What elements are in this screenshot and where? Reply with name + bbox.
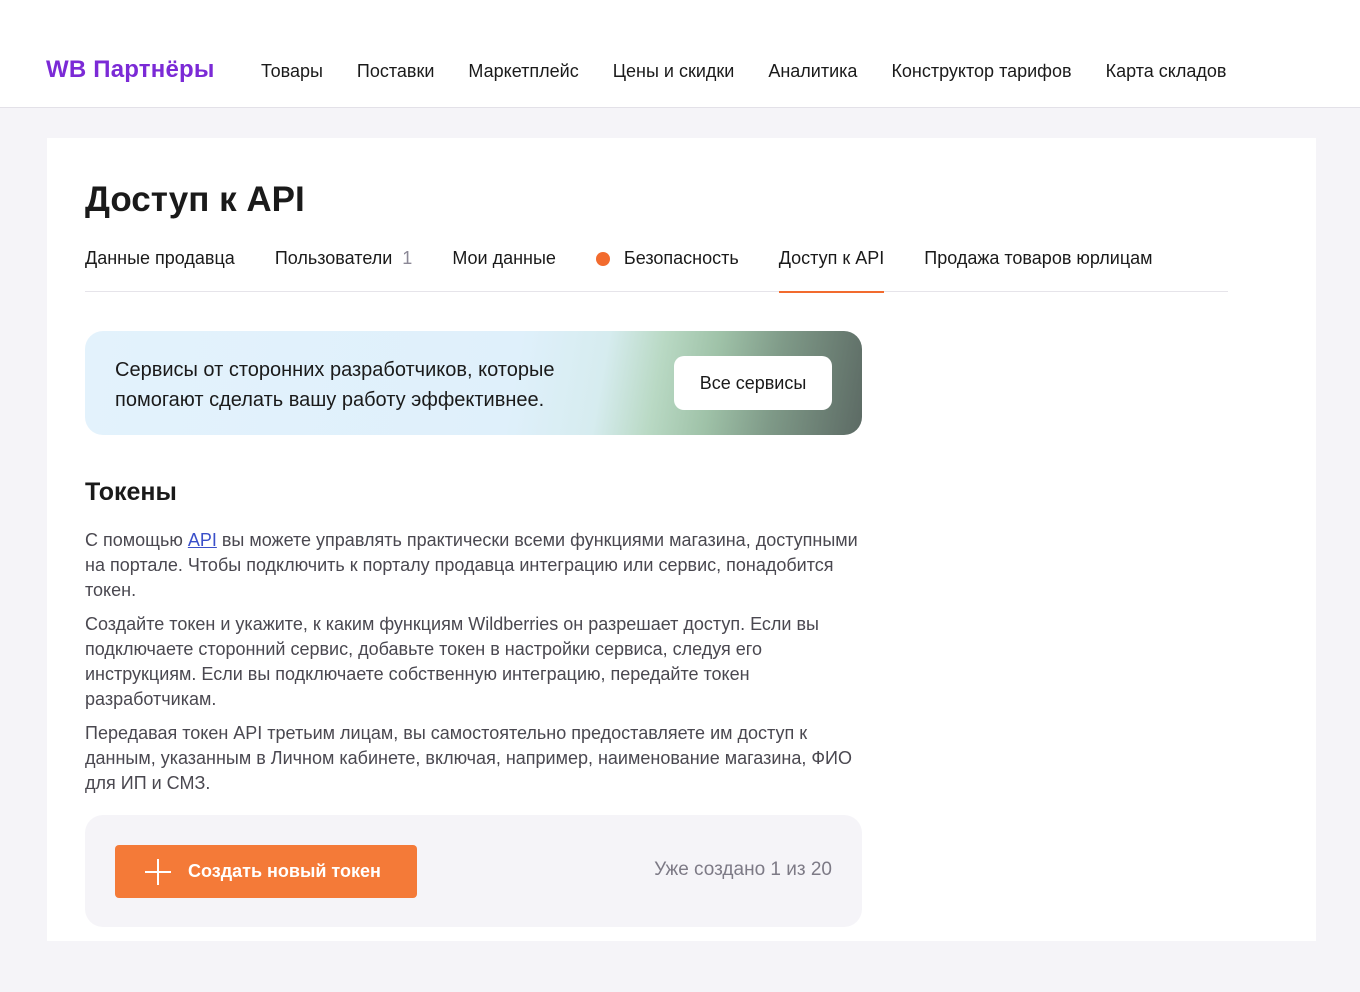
tab-label: Доступ к API — [778, 248, 885, 268]
nav-item-marketplace[interactable]: Маркетплейс — [468, 61, 578, 82]
description-paragraph: Передавая токен API третьим лицам, вы са… — [85, 723, 852, 793]
top-bar: WB Партнёры Товары Поставки Маркетплейс … — [0, 0, 1360, 108]
content-card: Доступ к API Данные продавца Пользовател… — [47, 138, 1316, 941]
nav-item-goods[interactable]: Товары — [261, 61, 323, 82]
tab-seller-data[interactable]: Данные продавца — [85, 248, 235, 292]
description-paragraph: С помощью API вы можете управлять практи… — [85, 528, 865, 603]
tab-users[interactable]: Пользователи 1 — [275, 248, 413, 292]
nav-item-warehouse-map[interactable]: Карта складов — [1106, 61, 1227, 82]
users-count-badge: 1 — [402, 248, 413, 268]
tab-label: Безопасность — [623, 248, 739, 268]
tab-label: Данные продавца — [85, 248, 235, 268]
page-title: Доступ к API — [85, 180, 305, 219]
services-banner: Сервисы от сторонних разработчиков, кото… — [85, 331, 862, 435]
plus-icon — [145, 858, 171, 885]
nav-item-analytics[interactable]: Аналитика — [768, 61, 857, 82]
main-nav: Товары Поставки Маркетплейс Цены и скидк… — [261, 61, 1226, 82]
tab-b2b-sales[interactable]: Продажа товаров юрлицам — [924, 248, 1152, 292]
settings-tabs: Данные продавца Пользователи 1 Мои данны… — [85, 248, 1228, 293]
tab-my-data[interactable]: Мои данные — [452, 248, 556, 292]
tokens-description: С помощью API вы можете управлять практи… — [85, 528, 865, 805]
create-token-button[interactable]: Создать новый токен — [115, 845, 417, 898]
token-actions-panel: Создать новый токен Уже создано 1 из 20 — [85, 815, 862, 927]
description-paragraph: Создайте токен и укажите, к каким функци… — [85, 614, 819, 709]
create-token-label: Создать новый токен — [188, 861, 381, 881]
token-count-status: Уже создано 1 из 20 — [654, 859, 832, 880]
tab-security[interactable]: Безопасность — [595, 248, 739, 292]
paragraph-text: С помощью — [85, 530, 188, 550]
nav-item-tariff-builder[interactable]: Конструктор тарифов — [891, 61, 1071, 82]
api-docs-link[interactable]: API — [188, 530, 217, 550]
nav-item-supplies[interactable]: Поставки — [357, 61, 435, 82]
logo[interactable]: WB Партнёры — [46, 56, 215, 84]
tab-label: Продажа товаров юрлицам — [924, 248, 1153, 268]
tab-label: Мои данные — [452, 248, 556, 268]
tokens-title: Токены — [85, 478, 177, 506]
all-services-button[interactable]: Все сервисы — [674, 356, 832, 410]
banner-text: Сервисы от сторонних разработчиков, кото… — [115, 359, 555, 411]
tab-api-access[interactable]: Доступ к API — [778, 248, 885, 293]
notification-dot-icon — [595, 252, 610, 266]
nav-item-prices[interactable]: Цены и скидки — [613, 61, 735, 82]
tab-label: Пользователи — [274, 248, 393, 268]
